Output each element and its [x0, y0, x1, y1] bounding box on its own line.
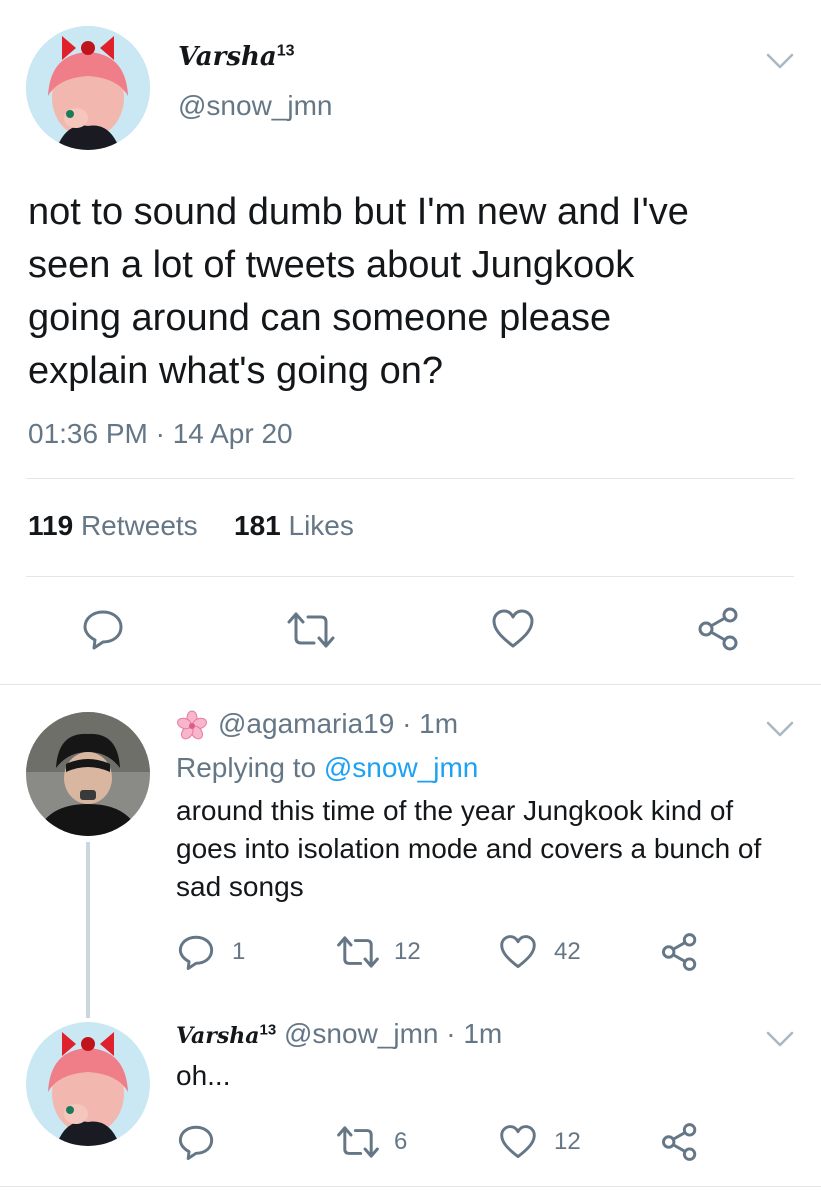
author-handle[interactable]: @snow_jmn	[178, 90, 332, 122]
retweet-count: 6	[394, 1128, 408, 1155]
author-display-name[interactable]: Varsha13	[178, 42, 295, 72]
display-name-text: Varsha	[176, 1023, 260, 1049]
reply-text-line: around this time of the year Jungkook ki…	[176, 795, 734, 826]
chevron-down-icon[interactable]	[766, 720, 794, 738]
section-divider	[0, 684, 821, 685]
reply-avatar[interactable]	[26, 1022, 150, 1146]
reply-header: Varsha13 @snow_jmn · 1m	[176, 1018, 502, 1050]
thread-line	[86, 842, 90, 1018]
likes-label: Likes	[288, 510, 354, 541]
chevron-down-icon[interactable]	[766, 52, 794, 70]
reply-icon[interactable]	[176, 1122, 216, 1162]
divider	[26, 576, 794, 577]
share-icon[interactable]	[660, 1122, 700, 1162]
reply-text-line: goes into isolation mode and covers a bu…	[176, 833, 762, 864]
reply-text-line: sad songs	[176, 871, 304, 902]
reply-count: 1	[232, 938, 246, 965]
share-icon[interactable]	[696, 606, 742, 652]
retweets-stat[interactable]: 119 Retweets	[28, 510, 198, 542]
replying-to-label: Replying to	[176, 752, 317, 783]
tweet-text: not to sound dumb but I'm new and I've s…	[28, 186, 689, 398]
replying-to: Replying to @snow_jmn	[176, 752, 478, 784]
like-count: 12	[554, 1128, 581, 1155]
likes-count: 181	[234, 510, 281, 541]
tweet-text-line: not to sound dumb but I'm new and I've	[28, 191, 689, 233]
retweet-count: 12	[394, 938, 421, 965]
reply-text: oh...	[176, 1060, 231, 1091]
author-avatar[interactable]	[26, 26, 150, 150]
reply-display-name[interactable]: Varsha13	[176, 1021, 277, 1049]
retweets-count: 119	[28, 510, 74, 541]
reply-icon[interactable]	[176, 932, 216, 972]
cherry-blossom-icon	[176, 710, 208, 742]
like-heart-icon[interactable]	[498, 934, 538, 970]
retweet-icon[interactable]	[286, 610, 336, 650]
like-heart-icon[interactable]	[490, 608, 536, 650]
replying-to-handle[interactable]: @snow_jmn	[324, 752, 478, 783]
share-icon[interactable]	[660, 932, 700, 972]
reply-icon[interactable]	[80, 606, 126, 652]
chevron-down-icon[interactable]	[766, 1030, 794, 1048]
like-count: 42	[554, 938, 581, 965]
display-name-superscript: 13	[276, 42, 295, 60]
tweet-text-line: explain what's going on?	[28, 350, 443, 392]
tweet-text-line: going around can someone please	[28, 297, 612, 339]
likes-stat[interactable]: 181 Likes	[234, 510, 354, 542]
retweet-icon[interactable]	[336, 1124, 380, 1160]
reply-text: around this time of the year Jungkook ki…	[176, 792, 761, 906]
reply-handle-time[interactable]: @agamaria19 · 1m	[218, 708, 458, 740]
retweet-icon[interactable]	[336, 934, 380, 970]
like-heart-icon[interactable]	[498, 1124, 538, 1160]
tweet-timestamp[interactable]: 01:36 PM · 14 Apr 20	[28, 418, 293, 450]
bottom-divider	[0, 1186, 821, 1187]
reply-avatar[interactable]	[26, 712, 150, 836]
display-name-superscript: 13	[259, 1021, 277, 1039]
reply-handle-time[interactable]: @snow_jmn · 1m	[284, 1018, 502, 1049]
divider	[26, 478, 794, 479]
display-name-text: Varsha	[178, 42, 277, 72]
tweet-text-line: seen a lot of tweets about Jungkook	[28, 244, 635, 286]
retweets-label: Retweets	[80, 510, 198, 541]
